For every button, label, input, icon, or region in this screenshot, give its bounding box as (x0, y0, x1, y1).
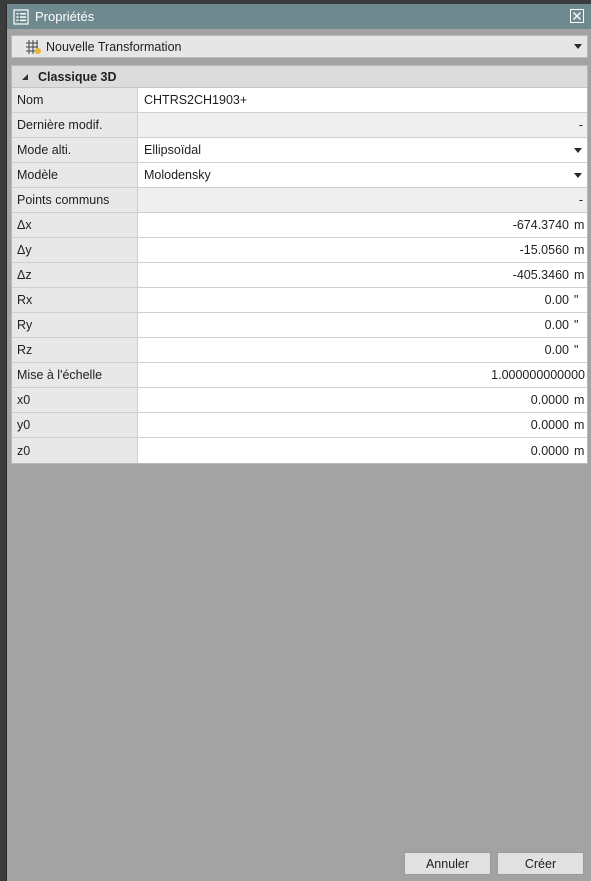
ry-input[interactable]: 0.00 " (138, 313, 587, 337)
property-label: y0 (12, 413, 138, 437)
unit-label: m (574, 243, 585, 257)
properties-panel: Classique 3D Nom CHTRS2CH1903+ Dernière … (11, 65, 588, 464)
chevron-down-icon (574, 173, 582, 178)
property-label: Rz (12, 338, 138, 362)
property-label: Mode alti. (12, 138, 138, 162)
rz-input[interactable]: 0.00 " (138, 338, 587, 362)
y0-value: 0.0000 (530, 418, 569, 432)
unit-label: " (574, 293, 579, 307)
transformation-selector-value: Nouvelle Transformation (46, 39, 182, 54)
property-row-dx: Δx -674.3740 m (12, 213, 587, 238)
property-row-derniere-modif: Dernière modif. - (12, 113, 587, 138)
z0-value: 0.0000 (530, 443, 569, 458)
property-row-y0: y0 0.0000 m (12, 413, 587, 438)
x0-value: 0.0000 (530, 393, 569, 407)
common-points-text: - (578, 193, 583, 207)
unit-label: " (574, 318, 579, 332)
z0-input[interactable]: 0.0000 m (138, 438, 587, 463)
scale-value: 1.000000000000 (491, 368, 585, 382)
property-label: Δx (12, 213, 138, 237)
name-input[interactable]: CHTRS2CH1903+ (138, 88, 587, 112)
property-row-mode-alti: Mode alti. Ellipsoïdal (12, 138, 587, 163)
property-row-x0: x0 0.0000 m (12, 388, 587, 413)
dy-input[interactable]: -15.0560 m (138, 238, 587, 262)
property-row-modele: Modèle Molodensky (12, 163, 587, 188)
collapse-triangle-icon[interactable] (22, 73, 28, 80)
properties-list-icon (13, 8, 29, 25)
property-label: x0 (12, 388, 138, 412)
scale-input[interactable]: 1.000000000000 (138, 363, 587, 387)
property-row-z0: z0 0.0000 m (12, 438, 587, 463)
property-row-dz: Δz -405.3460 m (12, 263, 587, 288)
unit-label: m (574, 218, 585, 232)
property-label: Dernière modif. (12, 113, 138, 137)
window-title: Propriétés (35, 9, 95, 24)
section-title: Classique 3D (38, 69, 117, 84)
property-row-dy: Δy -15.0560 m (12, 238, 587, 263)
property-row-nom: Nom CHTRS2CH1903+ (12, 88, 587, 113)
dz-value: -405.3460 (512, 268, 569, 282)
rx-input[interactable]: 0.00 " (138, 288, 587, 312)
unit-label: m (574, 418, 585, 432)
last-modified-text: - (578, 118, 583, 132)
property-label: Ry (12, 313, 138, 337)
create-button[interactable]: Créer (497, 852, 584, 875)
model-value: Molodensky (144, 168, 211, 182)
property-label: Mise à l'échelle (12, 363, 138, 387)
dy-value: -15.0560 (519, 243, 569, 257)
cancel-button[interactable]: Annuler (404, 852, 491, 875)
dx-input[interactable]: -674.3740 m (138, 213, 587, 237)
property-row-rx: Rx 0.00 " (12, 288, 587, 313)
transformation-grid-icon (26, 39, 41, 54)
unit-label: m (574, 268, 585, 282)
rx-value: 0.00 (544, 293, 569, 307)
rz-value: 0.00 (544, 343, 569, 357)
property-label: Δy (12, 238, 138, 262)
x0-input[interactable]: 0.0000 m (138, 388, 587, 412)
property-label: Rx (12, 288, 138, 312)
section-header-classique-3d[interactable]: Classique 3D (12, 66, 587, 88)
chevron-down-icon (574, 44, 582, 49)
title-bar: Propriétés (7, 4, 591, 29)
property-row-scale: Mise à l'échelle 1.000000000000 (12, 363, 587, 388)
property-row-points-communs: Points communs - (12, 188, 587, 213)
property-label: Points communs (12, 188, 138, 212)
property-row-ry: Ry 0.00 " (12, 313, 587, 338)
dx-value: -674.3740 (512, 218, 569, 232)
common-points-value: - (138, 188, 587, 212)
transformation-selector[interactable]: Nouvelle Transformation (11, 35, 588, 58)
property-row-rz: Rz 0.00 " (12, 338, 587, 363)
property-label: Δz (12, 263, 138, 287)
property-label: z0 (12, 438, 138, 463)
unit-label: m (574, 393, 585, 407)
y0-input[interactable]: 0.0000 m (138, 413, 587, 437)
chevron-down-icon (574, 148, 582, 153)
close-icon[interactable] (570, 9, 584, 23)
altitude-mode-value: Ellipsoïdal (144, 143, 201, 157)
property-label: Nom (12, 88, 138, 112)
model-select[interactable]: Molodensky (138, 163, 587, 187)
ry-value: 0.00 (544, 318, 569, 332)
name-value: CHTRS2CH1903+ (144, 93, 248, 107)
unit-label: " (574, 343, 579, 357)
altitude-mode-select[interactable]: Ellipsoïdal (138, 138, 587, 162)
last-modified-value: - (138, 113, 587, 137)
dz-input[interactable]: -405.3460 m (138, 263, 587, 287)
properties-window: Propriétés Nouvelle Transformation Class… (6, 4, 591, 881)
unit-label: m (574, 443, 585, 458)
property-label: Modèle (12, 163, 138, 187)
